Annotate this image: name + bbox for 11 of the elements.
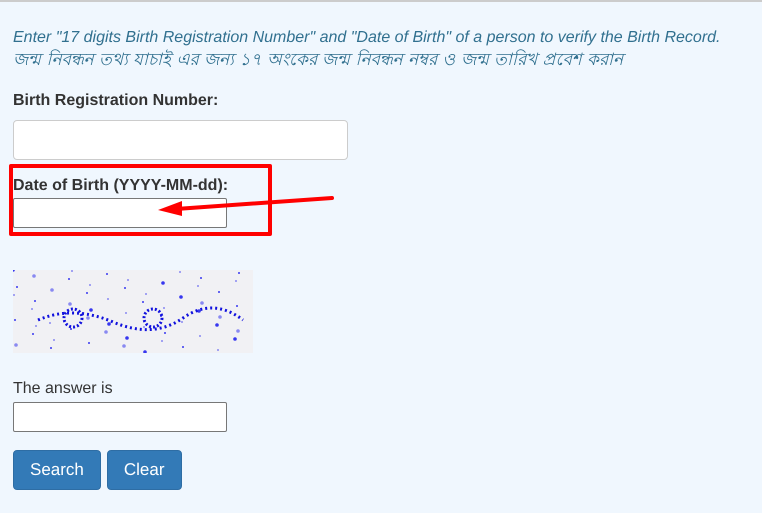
answer-label: The answer is (13, 379, 114, 399)
field-label: Date of Birth (YYYY-MM-dd): (13, 176, 230, 196)
search-button[interactable]: Search (13, 450, 101, 490)
input-field[interactable] (13, 120, 348, 160)
field-label: Birth Registration Number: (13, 91, 220, 111)
instruction-text: Enter "17 digits Birth Registration Number" and "Date of Birth" of a person to verify the Birth Record. (13, 28, 722, 48)
clear-button[interactable]: Clear (106, 450, 182, 490)
instruction-text: জন্ম নিবন্ধন তথ্য যাচাই এর জন্য ১৭ অংকের জন্ম নিবন্ধন নম্বর ও জন্ম তারিখ প্রবেশ করান (13, 49, 749, 71)
input-field[interactable] (13, 198, 227, 228)
answer-field[interactable] (13, 402, 227, 432)
arrow-icon (156, 194, 334, 218)
